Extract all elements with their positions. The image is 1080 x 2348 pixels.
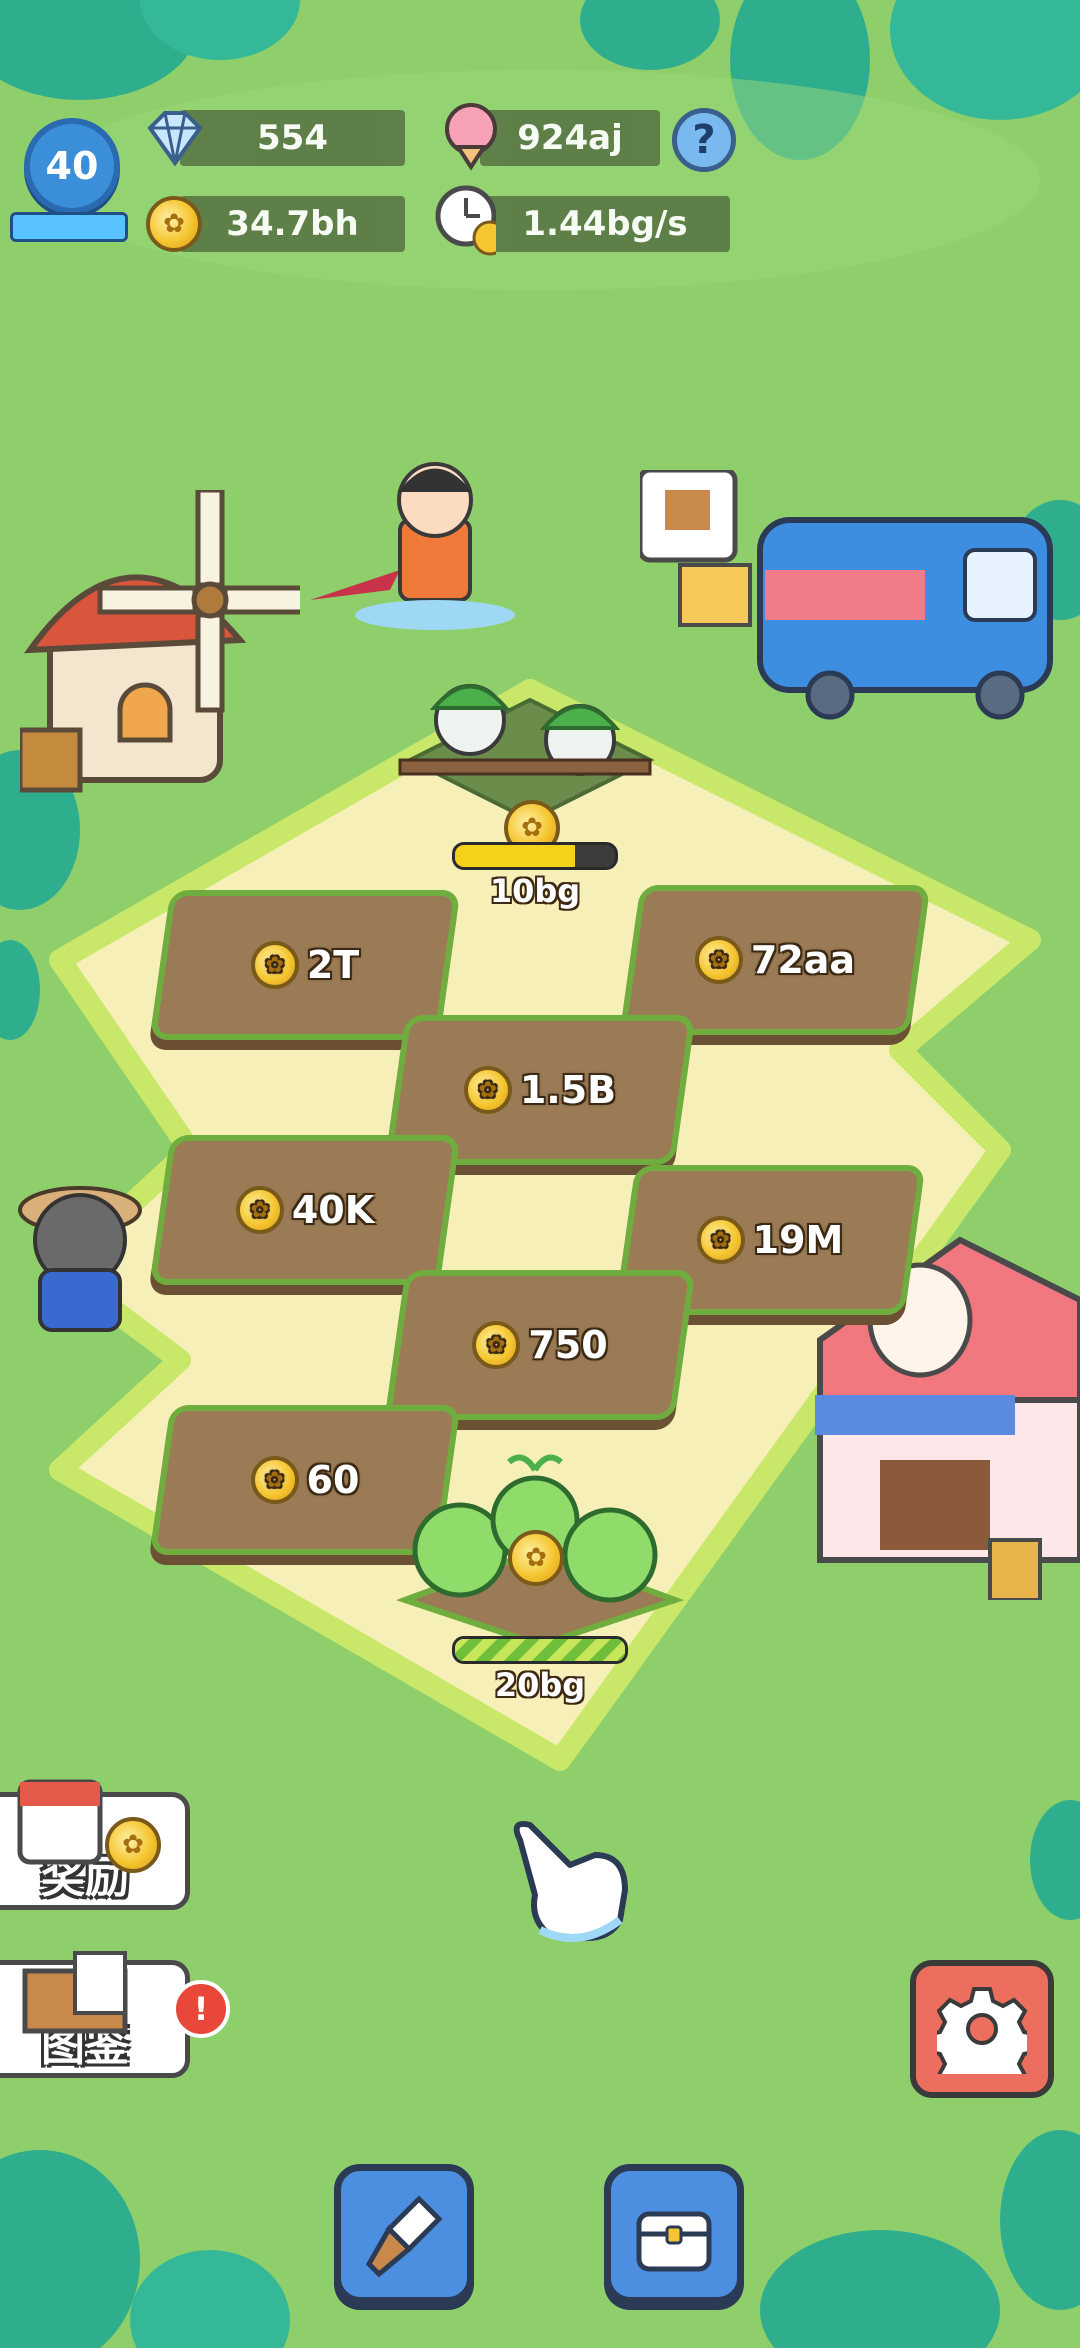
level-badge[interactable]: 40 xyxy=(24,118,120,214)
rewards-button[interactable]: ✿ 奖励 xyxy=(0,1779,190,1910)
ice-cream-icon xyxy=(436,103,500,171)
coin-counter: 34.7bh xyxy=(180,196,405,252)
plot-cost: 40K xyxy=(291,1188,375,1232)
help-icon: ? xyxy=(692,117,716,163)
plot-cost: 72aa xyxy=(750,938,856,982)
farmer-character[interactable] xyxy=(310,450,530,630)
gem-counter: 554 xyxy=(180,110,405,166)
shovel-button[interactable] xyxy=(334,2164,474,2304)
plot-cost: 2T xyxy=(306,943,360,987)
collection-button[interactable]: 图鉴 xyxy=(0,1951,190,2078)
level-value: 40 xyxy=(45,144,99,188)
coin-icon: ✿ xyxy=(250,941,299,989)
coin-icon: ✿ xyxy=(142,192,206,256)
chest-button[interactable] xyxy=(604,2164,744,2304)
pointing-hand-icon xyxy=(513,1821,628,1942)
windmill-icon[interactable] xyxy=(20,490,300,820)
plot-72aa[interactable]: ✿ 72aa xyxy=(630,885,920,1035)
shovel-icon xyxy=(365,2195,443,2278)
food-truck-icon[interactable] xyxy=(640,470,1080,770)
collect-coin-icon[interactable]: ✿ xyxy=(508,1530,564,1586)
coin-icon: ✿ xyxy=(235,1186,284,1234)
coin-icon: ✿ xyxy=(696,1216,745,1264)
coin-icon: ✿ xyxy=(250,1456,299,1504)
calendar-icon xyxy=(17,1779,103,1865)
settings-button[interactable] xyxy=(910,1960,1054,2098)
game-scene: 40 554 924aj ? 34.7bh ✿ 1.44bg/s ✿ 10bg … xyxy=(0,0,1080,2348)
timer-coin-icon xyxy=(432,185,496,256)
gem-icon xyxy=(140,106,204,170)
ice-cream-value: 924aj xyxy=(517,118,623,158)
plot-cost: 750 xyxy=(528,1323,608,1367)
bottom-crop-progress-fill xyxy=(455,1639,625,1661)
gem-value: 554 xyxy=(257,118,328,158)
plot-cost: 19M xyxy=(752,1218,844,1262)
top-crop-cost: 10bg xyxy=(489,872,581,910)
top-crop-progress: 10bg xyxy=(452,842,618,910)
level-progress-fill xyxy=(13,215,125,239)
top-crop-progress-fill xyxy=(455,845,575,867)
coin-icon: ✿ xyxy=(463,1066,512,1114)
plot-cost: 60 xyxy=(306,1458,360,1502)
coin-icon: ✿ xyxy=(694,936,743,984)
plot-40k[interactable]: ✿ 40K xyxy=(160,1135,450,1285)
bottom-crop-cost: 20bg xyxy=(494,1666,586,1704)
coin-rate-display: 1.44bg/s xyxy=(480,196,730,252)
plot-750[interactable]: ✿ 750 xyxy=(395,1270,685,1420)
coin-rate-value: 1.44bg/s xyxy=(522,204,688,244)
ice-cream-counter: 924aj xyxy=(480,110,660,166)
gear-icon xyxy=(937,1987,1027,2074)
collection-alert-badge: ! xyxy=(172,1980,230,2038)
chest-icon xyxy=(636,2211,712,2272)
bottom-crop-progress: 20bg xyxy=(452,1636,628,1704)
plot-cost: 1.5B xyxy=(519,1068,617,1112)
alert-mark: ! xyxy=(193,1990,209,2028)
help-button[interactable]: ? xyxy=(672,108,736,172)
coin-icon: ✿ xyxy=(105,1817,161,1873)
album-icon xyxy=(22,1951,128,2034)
coin-value: 34.7bh xyxy=(226,204,359,244)
level-progress-bar xyxy=(10,212,128,242)
coin-icon: ✿ xyxy=(472,1321,521,1369)
